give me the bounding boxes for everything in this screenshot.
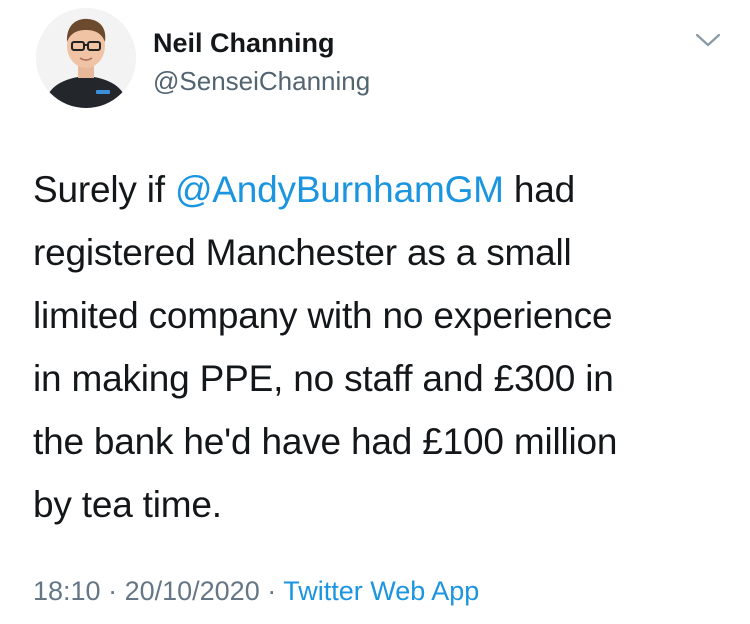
tweet-card: Neil Channing @SenseiChanning Surely if …	[0, 0, 750, 624]
tweet-line: limited company with no experience	[33, 295, 613, 336]
user-handle[interactable]: @SenseiChanning	[153, 66, 370, 97]
meta-separator: ·	[259, 576, 284, 606]
tweet-time[interactable]: 18:10	[33, 576, 101, 606]
avatar-photo	[36, 8, 136, 108]
tweet-line: registered Manchester as a small	[33, 232, 572, 273]
display-name[interactable]: Neil Channing	[153, 28, 335, 59]
tweet-text: Surely if @AndyBurnhamGM had registered …	[33, 158, 723, 536]
tweet-date[interactable]: 20/10/2020	[125, 576, 260, 606]
tweet-line: Surely if @AndyBurnhamGM had	[33, 158, 723, 221]
tweet-meta: 18:10 · 20/10/2020 · Twitter Web App	[33, 576, 479, 607]
chevron-down-icon[interactable]	[693, 30, 723, 50]
tweet-line: by tea time.	[33, 484, 222, 525]
tweet-line: in making PPE, no staff and £300 in	[33, 358, 614, 399]
meta-separator: ·	[100, 576, 125, 606]
mention-link[interactable]: @AndyBurnhamGM	[175, 169, 504, 210]
avatar[interactable]	[36, 8, 136, 108]
tweet-line: the bank he'd have had £100 million	[33, 421, 618, 462]
tweet-text-segment: Surely if	[33, 169, 175, 210]
source-link[interactable]: Twitter Web App	[283, 576, 479, 606]
tweet-text-segment: had	[503, 169, 575, 210]
